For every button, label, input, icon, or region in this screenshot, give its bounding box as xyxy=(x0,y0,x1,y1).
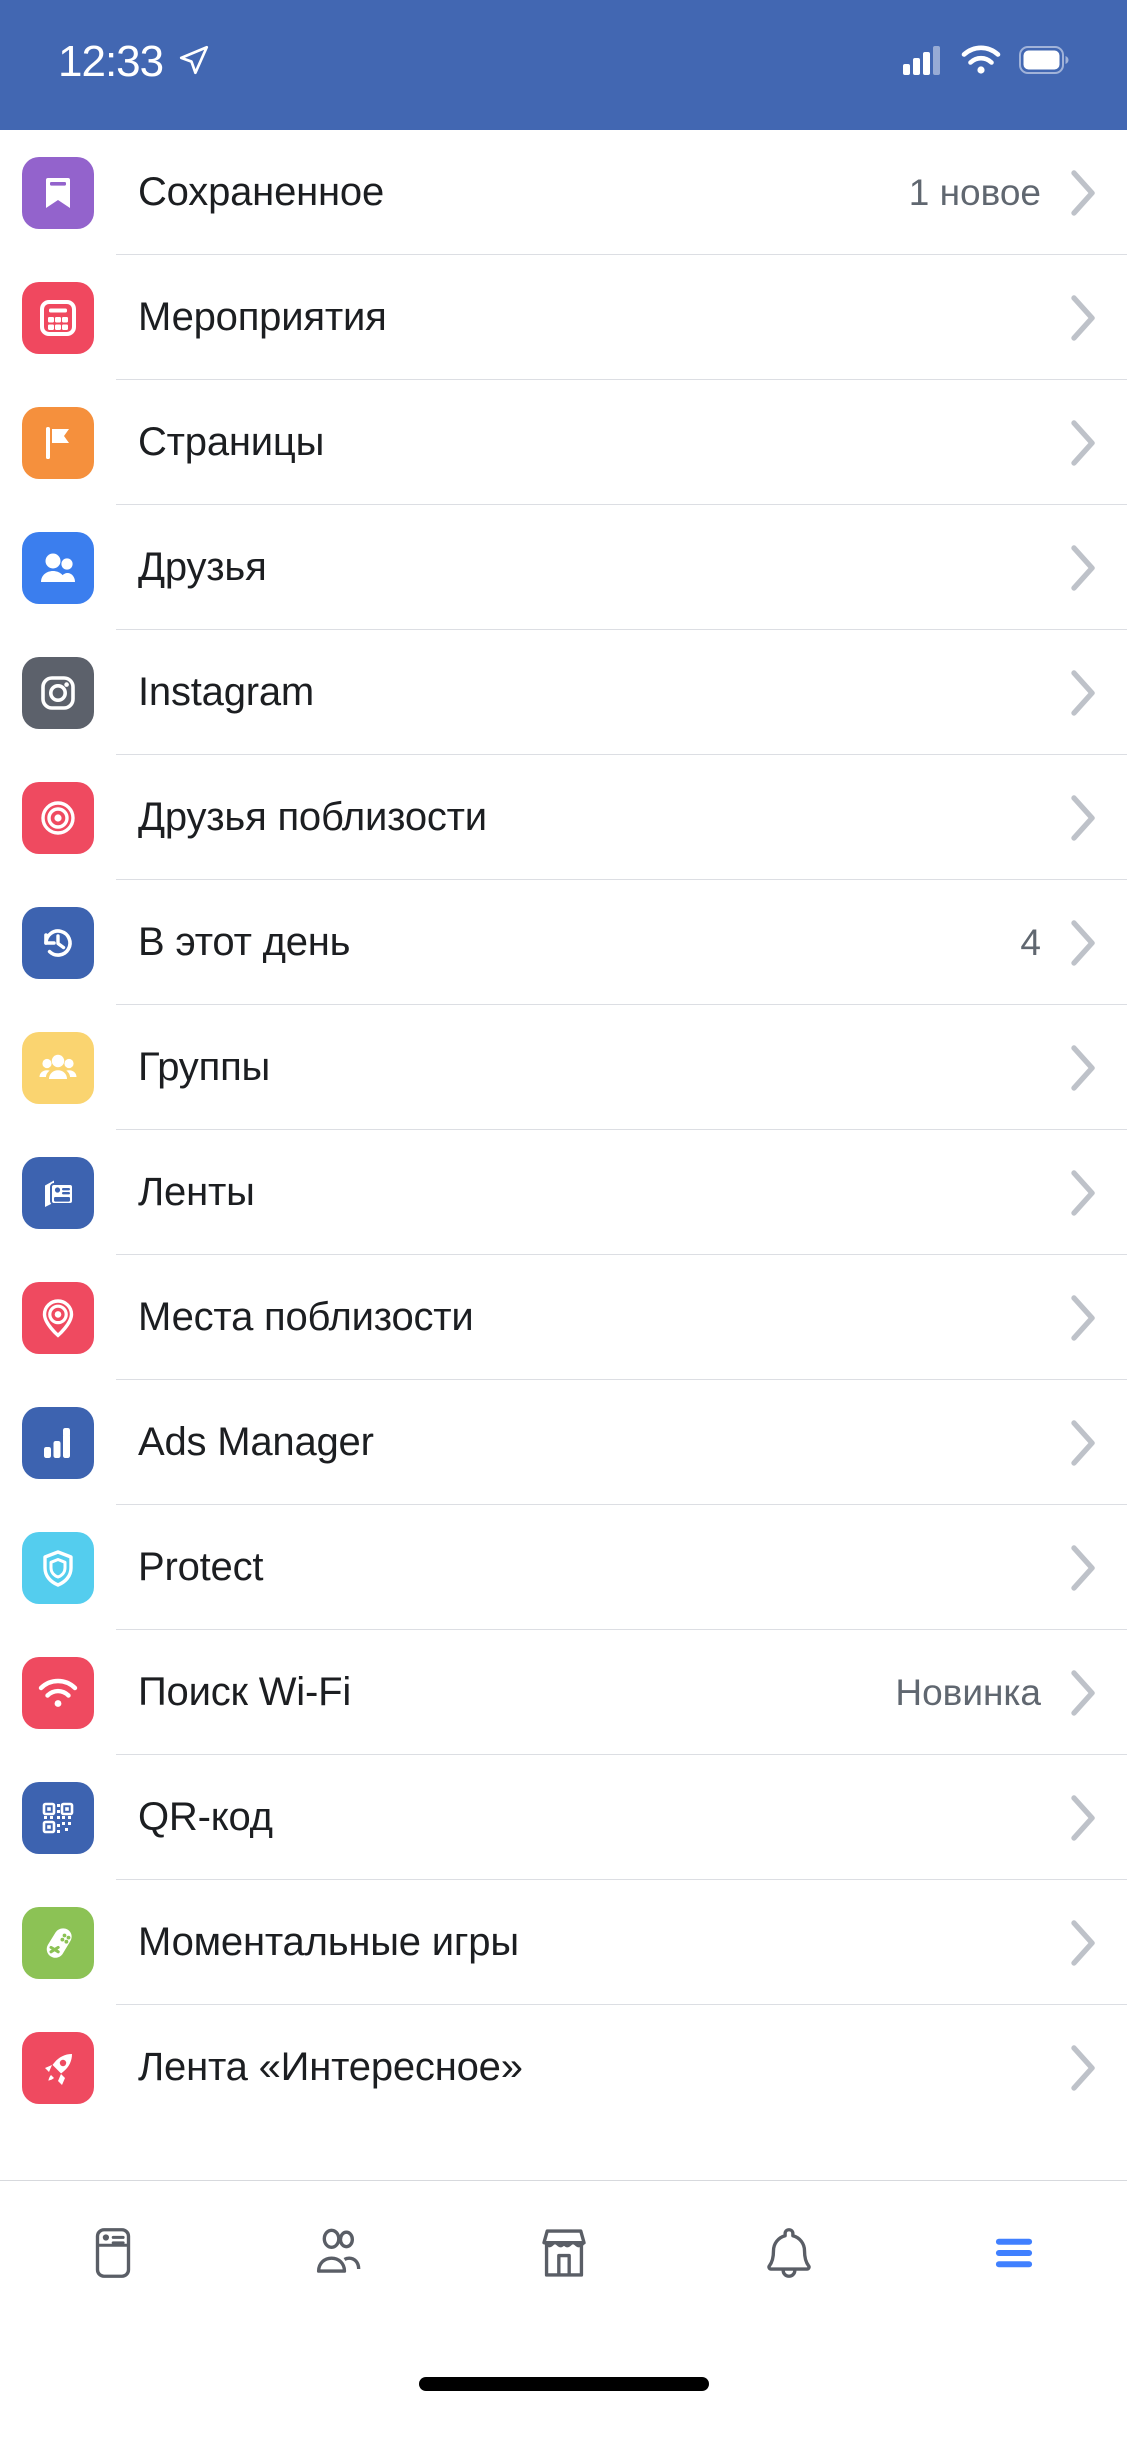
home-indicator-area xyxy=(0,2330,1127,2438)
chevron-right-icon xyxy=(1061,1294,1105,1342)
list-item-badge: 1 новое xyxy=(908,171,1041,213)
friends-icon xyxy=(22,531,94,604)
list-item-label: Друзья поблизости xyxy=(138,795,487,839)
marketplace-icon xyxy=(533,2222,595,2289)
chevron-right-icon xyxy=(1061,669,1105,717)
list-item[interactable]: Моментальные игры xyxy=(0,1880,1127,2005)
chevron-right-icon xyxy=(1061,1419,1105,1467)
map-pin-icon xyxy=(22,1281,94,1354)
home-indicator[interactable] xyxy=(418,2377,709,2391)
list-item-label: Instagram xyxy=(138,670,315,714)
list-item-label: Ads Manager xyxy=(138,1420,374,1464)
chevron-right-icon xyxy=(1061,2044,1105,2092)
calendar-icon xyxy=(22,281,94,354)
chevron-right-icon xyxy=(1061,1669,1105,1717)
chevron-right-icon xyxy=(1061,1044,1105,1092)
shield-icon xyxy=(22,1531,94,1604)
list-item[interactable]: Друзья xyxy=(0,505,1127,630)
list-item-badge: Новинка xyxy=(895,1671,1041,1713)
chevron-right-icon xyxy=(1061,419,1105,467)
list-item[interactable]: Страницы xyxy=(0,380,1127,505)
list-item-label: Ленты xyxy=(138,1170,255,1214)
list-item-badge: 4 xyxy=(1020,921,1041,963)
list-item-label: Места поблизости xyxy=(138,1295,474,1339)
list-item[interactable]: Ленты xyxy=(0,1130,1127,1255)
list-item-label: Сохраненное xyxy=(138,170,384,214)
cellular-signal-icon xyxy=(903,45,943,80)
hamburger-menu-icon xyxy=(983,2222,1045,2289)
friends-tab-icon xyxy=(307,2222,369,2289)
chevron-right-icon xyxy=(1061,919,1105,967)
location-arrow-icon xyxy=(177,43,211,82)
list-item[interactable]: Друзья поблизости xyxy=(0,755,1127,880)
list-item[interactable]: В этот день 4 xyxy=(0,880,1127,1005)
chevron-right-icon xyxy=(1061,1794,1105,1842)
bookmark-icon xyxy=(22,156,94,229)
chevron-right-icon xyxy=(1061,794,1105,842)
list-item-label: Друзья xyxy=(138,545,267,589)
chevron-right-icon xyxy=(1061,1544,1105,1592)
gamepad-icon xyxy=(22,1906,94,1979)
bar-chart-icon xyxy=(22,1406,94,1479)
list-item-label: Лента «Интересное» xyxy=(138,2045,523,2089)
wifi-find-icon xyxy=(22,1656,94,1729)
list-item-label: QR-код xyxy=(138,1795,273,1839)
qr-code-icon xyxy=(22,1781,94,1854)
flag-icon xyxy=(22,406,94,479)
rocket-icon xyxy=(22,2031,94,2104)
target-icon xyxy=(22,781,94,854)
list-item-label: Protect xyxy=(138,1545,264,1589)
status-bar-time: 12:33 xyxy=(58,37,164,86)
wifi-icon xyxy=(961,44,1001,80)
list-item-label: В этот день xyxy=(138,920,351,964)
tab-marketplace[interactable] xyxy=(451,2181,676,2330)
bell-icon xyxy=(758,2222,820,2289)
instagram-icon xyxy=(22,656,94,729)
tab-friends[interactable] xyxy=(225,2181,450,2330)
list-item[interactable]: Места поблизости xyxy=(0,1255,1127,1380)
news-feed-icon xyxy=(82,2222,144,2289)
status-bar: 12:33 xyxy=(0,0,1127,130)
list-item[interactable]: Поиск Wi-Fi Новинка xyxy=(0,1630,1127,1755)
list-item[interactable]: Ads Manager xyxy=(0,1380,1127,1505)
list-item[interactable]: Мероприятия xyxy=(0,255,1127,380)
status-bar-right xyxy=(903,44,1069,80)
chevron-right-icon xyxy=(1061,544,1105,592)
list-item[interactable]: Группы xyxy=(0,1005,1127,1130)
list-item[interactable]: Лента «Интересное» xyxy=(0,2005,1127,2130)
bottom-tab-bar[interactable] xyxy=(0,2180,1127,2330)
history-clock-icon xyxy=(22,906,94,979)
list-item[interactable]: Сохраненное 1 новое xyxy=(0,130,1127,255)
chevron-right-icon xyxy=(1061,1919,1105,1967)
chevron-right-icon xyxy=(1061,1169,1105,1217)
chevron-right-icon xyxy=(1061,169,1105,217)
list-item[interactable]: Instagram xyxy=(0,630,1127,755)
groups-icon xyxy=(22,1031,94,1104)
feeds-icon xyxy=(22,1156,94,1229)
app-screen: 12:33 Сохраненное 1 новое Мероприятия Ст… xyxy=(0,0,1127,2438)
list-item[interactable]: Protect xyxy=(0,1505,1127,1630)
menu-list[interactable]: Сохраненное 1 новое Мероприятия Страницы… xyxy=(0,130,1127,2180)
list-item-label: Страницы xyxy=(138,420,325,464)
tab-menu[interactable] xyxy=(902,2181,1127,2330)
tab-news-feed[interactable] xyxy=(0,2181,225,2330)
list-item[interactable]: QR-код xyxy=(0,1755,1127,1880)
status-bar-left: 12:33 xyxy=(58,40,211,84)
list-item-label: Мероприятия xyxy=(138,295,387,339)
chevron-right-icon xyxy=(1061,294,1105,342)
battery-full-icon xyxy=(1019,45,1069,79)
tab-notifications[interactable] xyxy=(676,2181,901,2330)
list-item-label: Поиск Wi-Fi xyxy=(138,1670,352,1714)
list-item-label: Группы xyxy=(138,1045,271,1089)
list-item-label: Моментальные игры xyxy=(138,1920,519,1964)
